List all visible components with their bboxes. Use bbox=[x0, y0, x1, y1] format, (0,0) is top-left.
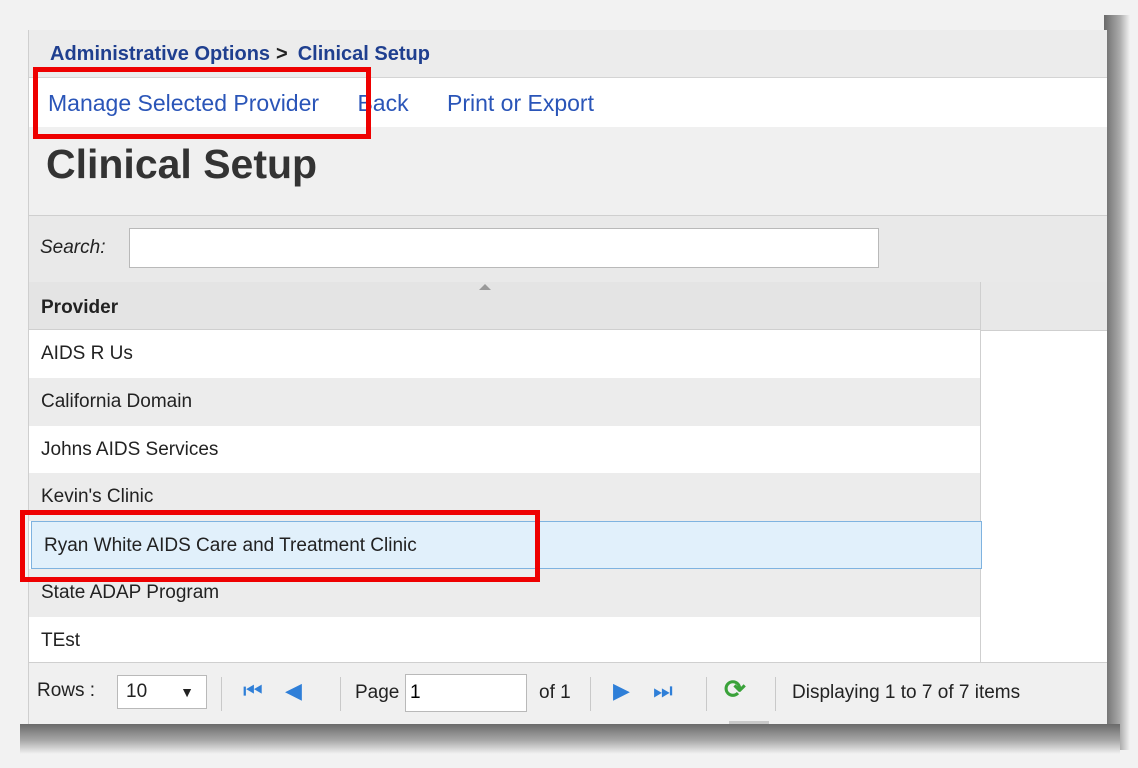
pager-divider bbox=[706, 677, 707, 711]
search-label: Search: bbox=[40, 237, 106, 258]
table-row[interactable]: TEst bbox=[29, 617, 980, 665]
first-page-icon[interactable]: ⏮ bbox=[243, 680, 263, 702]
back-link[interactable]: Back bbox=[357, 90, 408, 116]
frame-shadow-bottom bbox=[20, 724, 1120, 754]
pager-divider bbox=[590, 677, 591, 711]
pager-bar: Rows : 10 ▼ ⏮ ◀ Page of 1 ▶ ⏭ ⟳ Displayi… bbox=[29, 662, 1107, 724]
title-band: Clinical Setup bbox=[29, 127, 1107, 215]
rows-per-page-select[interactable]: 10 ▼ bbox=[117, 675, 207, 709]
rows-per-page-value: 10 bbox=[126, 681, 148, 702]
search-bar: Search: bbox=[29, 215, 1107, 283]
breadcrumb-current: Clinical Setup bbox=[297, 43, 430, 65]
breadcrumb-separator: > bbox=[276, 43, 288, 65]
refresh-icon[interactable]: ⟳ bbox=[724, 676, 746, 702]
breadcrumb-parent[interactable]: Administrative Options bbox=[50, 43, 270, 65]
provider-grid: Provider AIDS R Us California Domain Joh… bbox=[29, 282, 982, 665]
table-row[interactable]: Kevin's Clinic bbox=[29, 473, 980, 522]
action-bar: Manage Selected Provider Back Print or E… bbox=[29, 79, 1107, 127]
page-count-label: of 1 bbox=[539, 682, 571, 703]
search-input[interactable] bbox=[129, 228, 879, 268]
scrollbar-thumb[interactable] bbox=[729, 721, 769, 724]
table-row[interactable]: State ADAP Program bbox=[29, 568, 980, 617]
clinical-setup-window: Administrative Options > Clinical Setup Ma… bbox=[28, 30, 1107, 724]
last-page-icon[interactable]: ⏭ bbox=[653, 680, 673, 702]
next-page-icon[interactable]: ▶ bbox=[613, 680, 630, 702]
pager-status: Displaying 1 to 7 of 7 items bbox=[792, 682, 1021, 703]
frame-shadow-right bbox=[1104, 15, 1130, 750]
manage-selected-provider-link[interactable]: Manage Selected Provider bbox=[48, 90, 319, 116]
breadcrumb: Administrative Options > Clinical Setup bbox=[29, 30, 1107, 78]
provider-column-header[interactable]: Provider bbox=[29, 282, 980, 330]
sort-arrow-icon bbox=[479, 284, 491, 290]
rows-label: Rows : bbox=[37, 680, 96, 701]
table-row[interactable]: Johns AIDS Services bbox=[29, 426, 980, 474]
empty-column-header bbox=[981, 282, 1107, 331]
page-number-input[interactable] bbox=[405, 674, 527, 712]
pager-divider bbox=[340, 677, 341, 711]
print-export-link[interactable]: Print or Export bbox=[447, 90, 594, 116]
page-title: Clinical Setup bbox=[46, 141, 318, 187]
table-row[interactable]: California Domain bbox=[29, 377, 980, 426]
provider-column-label: Provider bbox=[41, 297, 119, 318]
table-row[interactable]: AIDS R Us bbox=[29, 330, 980, 378]
pager-divider bbox=[221, 677, 222, 711]
pager-divider bbox=[775, 677, 776, 711]
table-row-selected[interactable]: Ryan White AIDS Care and Treatment Clini… bbox=[31, 521, 982, 569]
previous-page-icon[interactable]: ◀ bbox=[285, 680, 302, 702]
dropdown-caret-icon: ▼ bbox=[180, 684, 194, 700]
page-label: Page bbox=[355, 682, 400, 703]
